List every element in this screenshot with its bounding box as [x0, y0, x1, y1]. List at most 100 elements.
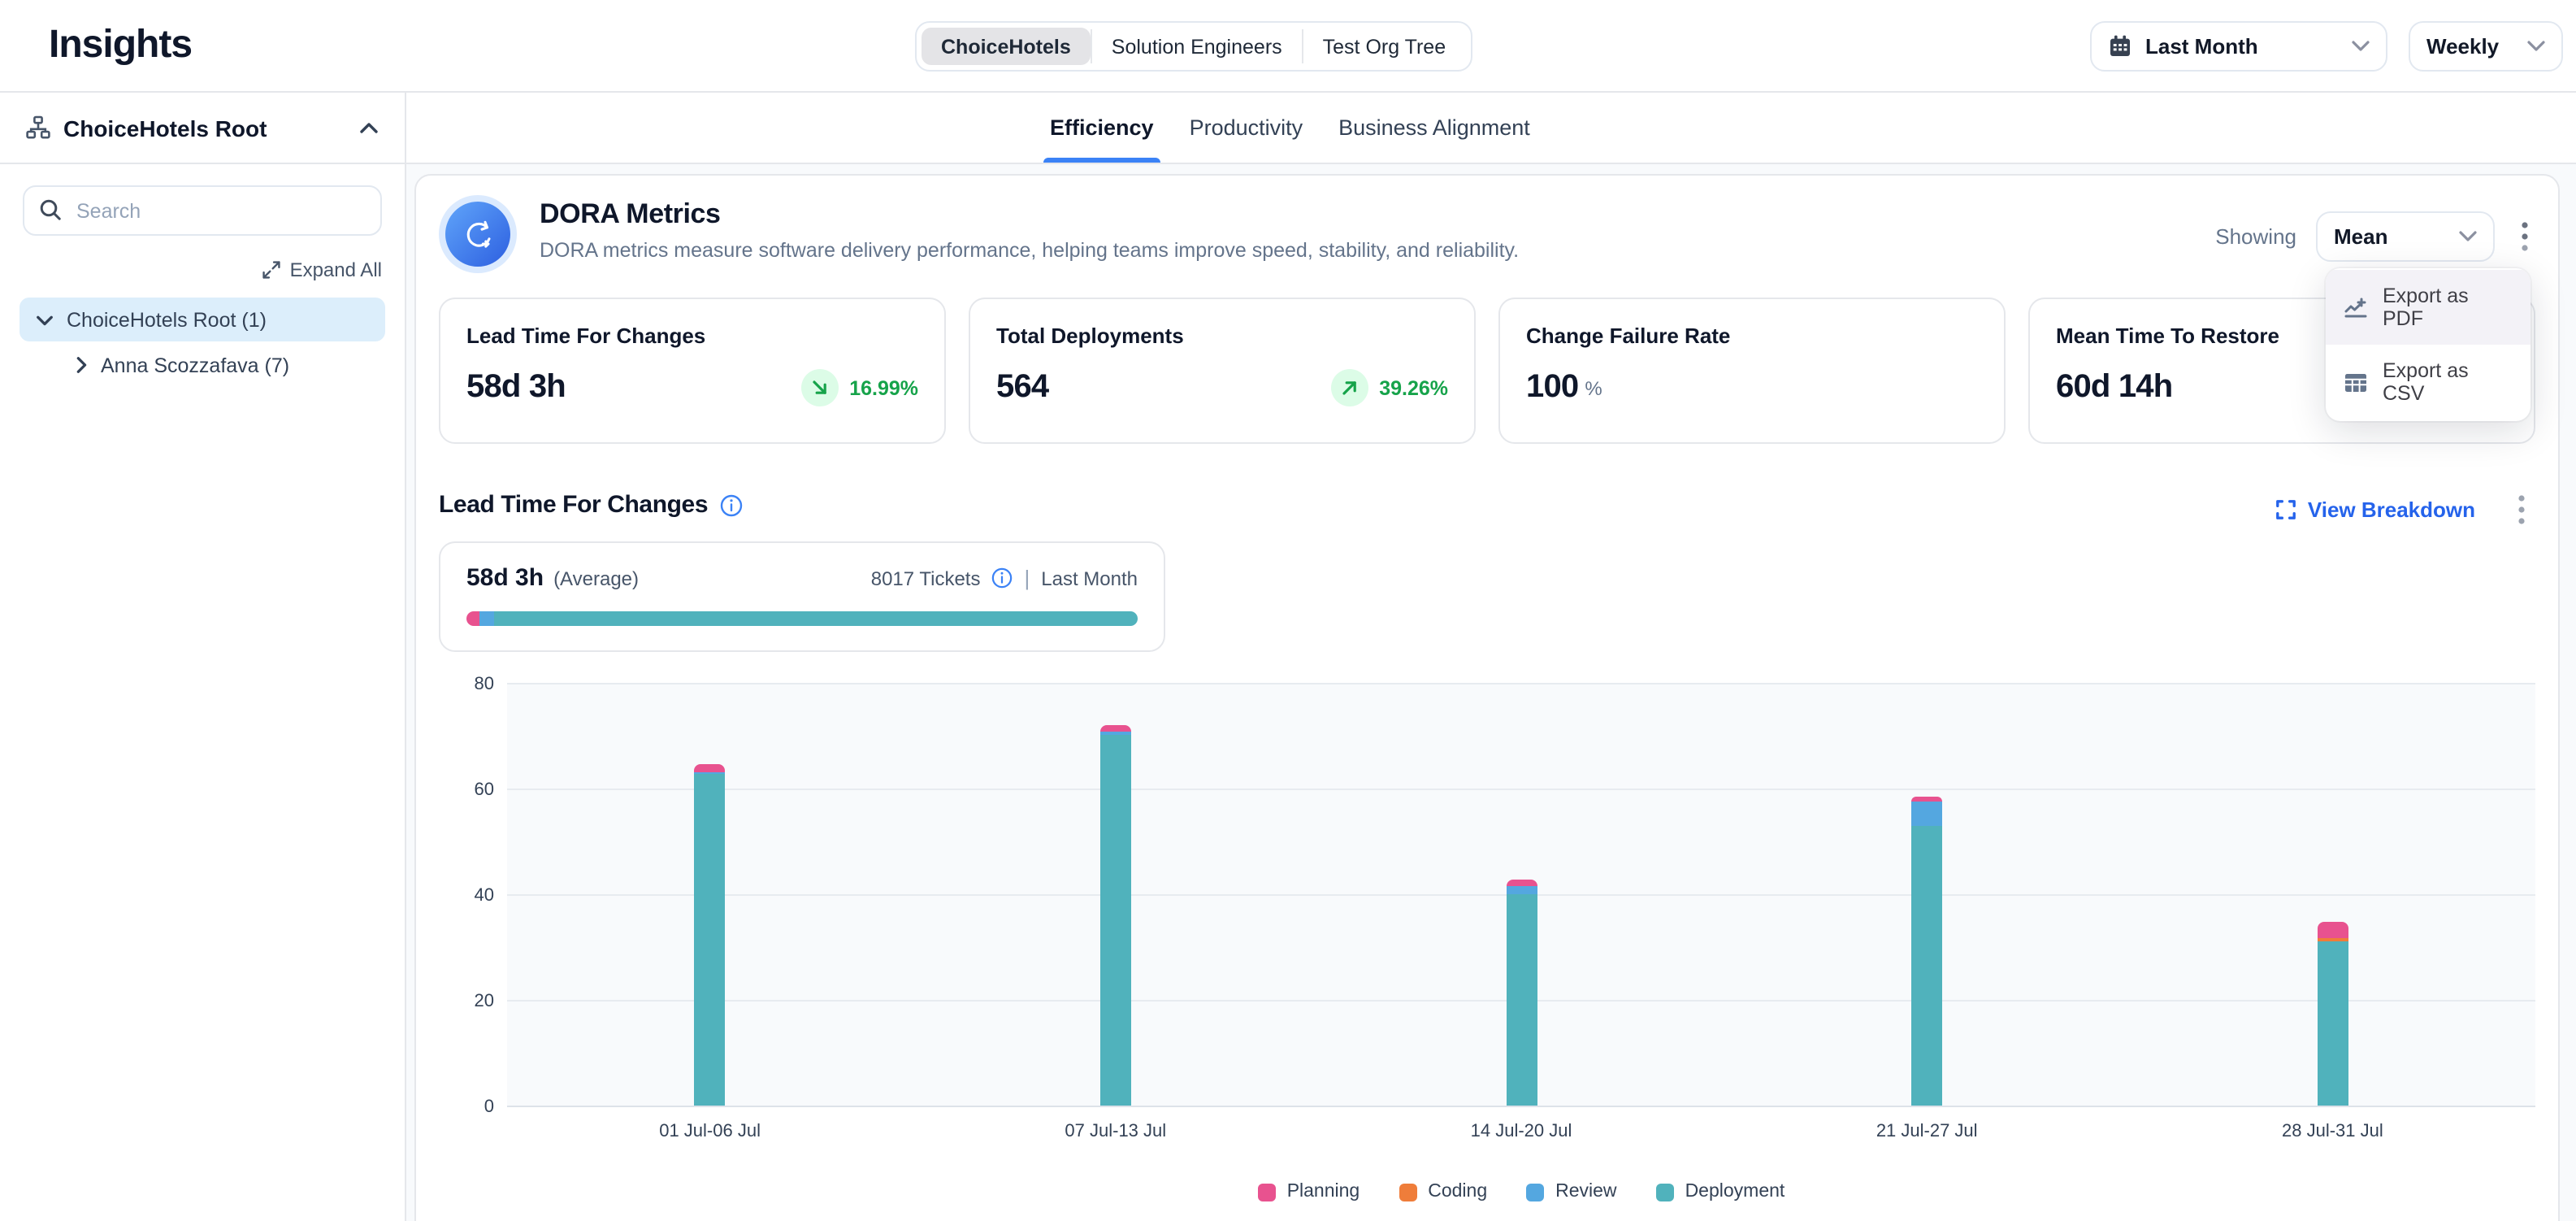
- chevron-down-icon[interactable]: [36, 313, 54, 326]
- dora-metric-cards: Lead Time For Changes 58d 3h 16.99% Tota…: [439, 298, 2535, 444]
- lead-time-title: Lead Time For Changes: [439, 491, 708, 519]
- aggregation-select[interactable]: Mean: [2316, 211, 2495, 262]
- summary-value: 58d 3h: [466, 564, 544, 592]
- info-icon[interactable]: [991, 567, 1013, 589]
- tree-item-label: Anna Scozzafava (7): [101, 354, 289, 376]
- showing-label: Showing: [2215, 224, 2296, 249]
- chart-x-axis: 01 Jul-06 Jul07 Jul-13 Jul14 Jul-20 Jul2…: [507, 1122, 2535, 1154]
- view-breakdown-label: View Breakdown: [2308, 498, 2475, 522]
- header-controls: Last Month Weekly: [2090, 21, 2563, 72]
- lead-time-summary-card: 58d 3h (Average) 8017 Tickets | Last Mon…: [439, 541, 1165, 652]
- card-change-failure-rate: Change Failure Rate 100 %: [1498, 298, 2006, 444]
- expand-all-label: Expand All: [290, 259, 382, 281]
- lead-time-actions: View Breakdown: [2275, 491, 2532, 528]
- legend-item-planning[interactable]: Planning: [1258, 1182, 1360, 1201]
- export-pdf-label: Export as PDF: [2383, 285, 2513, 330]
- progress-segment-planning: [466, 611, 480, 626]
- tab-business-alignment[interactable]: Business Alignment: [1338, 93, 1530, 163]
- x-tick-label: 01 Jul-06 Jul: [659, 1122, 761, 1141]
- trend-value: 16.99%: [849, 376, 918, 399]
- bar-07 Jul-13 Jul: [1100, 726, 1131, 1106]
- org-tab-test-org-tree[interactable]: Test Org Tree: [1303, 28, 1465, 65]
- date-range-select[interactable]: Last Month: [2090, 21, 2387, 72]
- aggregation-value: Mean: [2334, 224, 2387, 249]
- metric-title: Lead Time For Changes: [466, 324, 918, 348]
- phase-progress-bar: [466, 611, 1138, 626]
- sidebar-root-label: ChoiceHotels Root: [63, 115, 346, 141]
- dora-kebab-menu-button[interactable]: [2514, 218, 2535, 255]
- info-icon[interactable]: [719, 493, 742, 516]
- y-tick-label: 60: [475, 780, 495, 800]
- search-input[interactable]: [23, 185, 382, 236]
- legend-label: Coding: [1428, 1182, 1487, 1201]
- progress-segment-deployment: [495, 611, 1138, 626]
- expand-icon: [262, 260, 282, 280]
- sidebar-header[interactable]: ChoiceHotels Root: [0, 93, 405, 164]
- dora-header: DORA Metrics DORA metrics measure softwa…: [439, 195, 2535, 273]
- divider: |: [1024, 566, 1030, 590]
- org-tab-solution-engineers[interactable]: Solution Engineers: [1092, 28, 1302, 65]
- dora-header-text: DORA Metrics DORA metrics measure softwa…: [540, 195, 1519, 262]
- insights-app: Insights ChoiceHotels Solution Engineers…: [0, 0, 2576, 1221]
- metric-value: 58d 3h: [466, 369, 566, 406]
- summary-period: Last Month: [1041, 567, 1138, 589]
- y-tick-label: 0: [484, 1097, 494, 1117]
- export-csv-label: Export as CSV: [2383, 359, 2513, 405]
- bar-segment-review: [1911, 802, 1942, 826]
- bar-segment-review: [1506, 886, 1537, 893]
- metric-title: Total Deployments: [996, 324, 1448, 348]
- bar-segment-deployment: [2317, 941, 2348, 1106]
- bar-segment-deployment: [1100, 734, 1131, 1106]
- lead-time-kebab-menu-button[interactable]: [2511, 491, 2532, 528]
- legend-item-review[interactable]: Review: [1526, 1182, 1616, 1201]
- export-csv-item[interactable]: Export as CSV: [2326, 345, 2530, 419]
- legend-label: Review: [1555, 1182, 1616, 1201]
- search-wrap: [23, 185, 382, 236]
- metric-value: 100: [1526, 369, 1578, 406]
- legend-item-deployment[interactable]: Deployment: [1656, 1182, 1785, 1201]
- org-tab-choicehotels[interactable]: ChoiceHotels: [922, 28, 1091, 65]
- bar-28 Jul-31 Jul: [2317, 921, 2348, 1106]
- tree-item-root[interactable]: ChoiceHotels Root (1): [20, 298, 385, 341]
- tab-efficiency[interactable]: Efficiency: [1050, 93, 1154, 163]
- trend-value: 39.26%: [1379, 376, 1448, 399]
- export-menu: Export as PDF Export as CSV: [2326, 268, 2530, 421]
- chevron-right-icon[interactable]: [75, 356, 88, 374]
- trend-indicator: 16.99%: [800, 369, 918, 406]
- top-header: Insights ChoiceHotels Solution Engineers…: [0, 0, 2576, 93]
- legend-label: Deployment: [1685, 1182, 1785, 1201]
- export-pdf-item[interactable]: Export as PDF: [2326, 270, 2530, 345]
- metric-value: 60d 14h: [2056, 369, 2172, 406]
- tab-productivity[interactable]: Productivity: [1190, 93, 1303, 163]
- chevron-up-icon[interactable]: [359, 121, 379, 134]
- bar-segment-planning: [2317, 921, 2348, 938]
- tree-item-child[interactable]: Anna Scozzafava (7): [75, 343, 405, 387]
- bar-segment-planning: [1100, 726, 1131, 732]
- bar-segment-planning: [695, 765, 726, 771]
- chart-legend: Planning Coding Review Deployment: [507, 1182, 2535, 1201]
- view-breakdown-button[interactable]: View Breakdown: [2275, 498, 2475, 522]
- legend-swatch: [1656, 1183, 1674, 1201]
- dora-subtitle: DORA metrics measure software delivery p…: [540, 239, 1519, 262]
- expand-corners-icon: [2275, 499, 2296, 520]
- bar-21 Jul-27 Jul: [1911, 797, 1942, 1106]
- date-range-value: Last Month: [2145, 34, 2258, 59]
- chart-y-axis: 020406080: [449, 684, 507, 1107]
- summary-qualifier: (Average): [553, 567, 639, 590]
- expand-all-button[interactable]: Expand All: [262, 259, 382, 281]
- y-tick-label: 40: [475, 886, 495, 906]
- x-tick-label: 07 Jul-13 Jul: [1065, 1122, 1166, 1141]
- org-tree-sidebar: ChoiceHotels Root Expand All Choic: [0, 93, 406, 1221]
- granularity-select[interactable]: Weekly: [2409, 21, 2563, 72]
- metric-unit: %: [1585, 376, 1602, 399]
- chevron-down-icon: [2527, 41, 2545, 52]
- lead-time-chart: 020406080 01 Jul-06 Jul07 Jul-13 Jul14 J…: [439, 684, 2535, 1201]
- dora-title: DORA Metrics: [540, 198, 1519, 231]
- calendar-icon: [2108, 34, 2132, 59]
- legend-swatch: [1399, 1183, 1416, 1201]
- org-switcher: ChoiceHotels Solution Engineers Test Org…: [915, 21, 1472, 72]
- metric-title: Change Failure Rate: [1526, 324, 1978, 348]
- x-tick-label: 14 Jul-20 Jul: [1471, 1122, 1572, 1141]
- legend-item-coding[interactable]: Coding: [1399, 1182, 1487, 1201]
- trend-up-icon: [1330, 369, 1368, 406]
